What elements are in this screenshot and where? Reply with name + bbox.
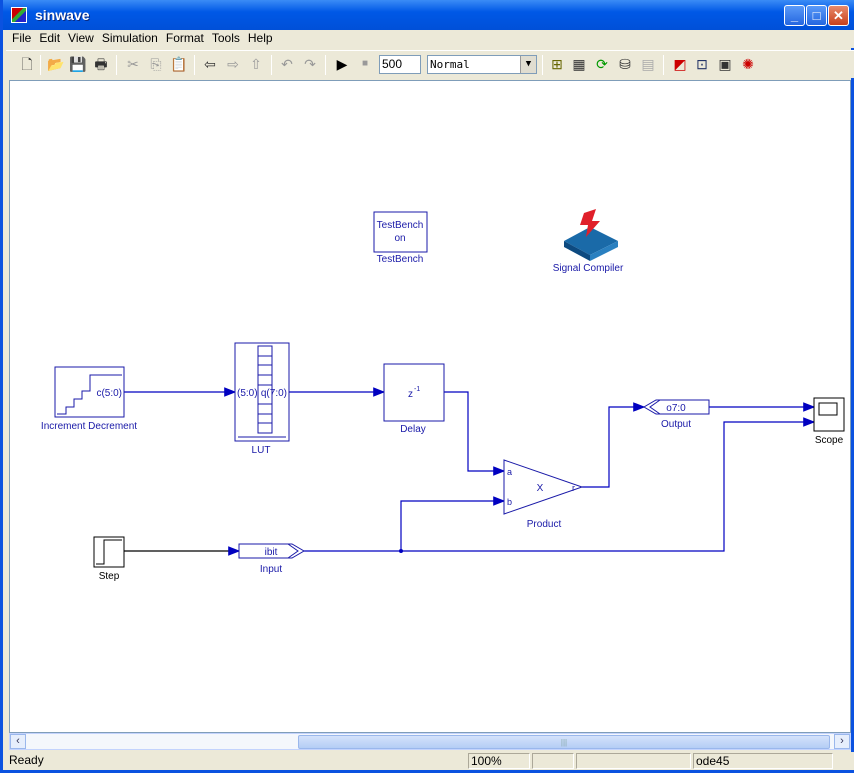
title-bar: sinwave _ □ ✕ (3, 0, 854, 30)
product-label: Product (527, 519, 562, 530)
status-cell-empty-2 (576, 753, 691, 769)
scope-label: Scope (815, 435, 844, 446)
model-canvas[interactable]: TestBench on TestBench Signal Compiler c… (9, 80, 851, 733)
delay-block[interactable]: z -1 Delay (383, 363, 445, 435)
junction-dot (399, 549, 403, 553)
start-simulation-icon[interactable]: ▶ (333, 55, 351, 73)
scope-block[interactable]: Scope (813, 397, 845, 446)
product-port-r: r (572, 483, 575, 493)
window-title: sinwave (35, 7, 90, 23)
model-advisor-icon[interactable]: ⊡ (693, 55, 711, 73)
signal-compiler-label: Signal Compiler (553, 263, 624, 274)
toolbar: 🗋 📂 💾 🖶 ✂ ⎘ 📋 ⇦ ⇨ ⇧ ↶ ↷ ▶ ■ 500 Normal ▼ … (6, 50, 854, 78)
model-window: sinwave _ □ ✕ File Edit View Simulation … (0, 0, 854, 773)
close-button[interactable]: ✕ (828, 5, 849, 26)
input-block[interactable]: ibit Input (238, 543, 305, 575)
refresh-icon[interactable]: ⟳ (593, 55, 611, 73)
menu-file[interactable]: File (12, 30, 31, 48)
library-browser-icon[interactable]: ⛁ (616, 55, 634, 73)
scroll-right-icon[interactable]: › (834, 734, 850, 749)
signal-product-output (582, 402, 646, 488)
product-port-a: a (507, 467, 512, 477)
output-label: Output (661, 419, 691, 430)
signal-input-product (400, 496, 506, 551)
status-bar: Ready 100% ode45 (6, 752, 854, 770)
paste-icon[interactable]: 📋 (170, 55, 188, 73)
delay-z: z (408, 389, 413, 400)
lut-label: LUT (252, 445, 271, 456)
delay-exponent: -1 (414, 386, 420, 393)
signal-compiler-block[interactable]: Signal Compiler (553, 209, 624, 274)
build-icon[interactable]: ⊞ (548, 55, 566, 73)
product-block[interactable]: a b X r Product (503, 459, 584, 530)
maximize-button[interactable]: □ (806, 5, 827, 26)
minimize-button[interactable]: _ (784, 5, 805, 26)
scroll-left-icon[interactable]: ‹ (10, 734, 26, 749)
back-icon[interactable]: ⇦ (201, 55, 219, 73)
horizontal-scrollbar[interactable]: ‹ ||| › (9, 733, 851, 750)
lut-block[interactable]: (5:0) q(7:0) LUT (234, 342, 290, 456)
lut-out-port: q(7:0) (261, 388, 287, 399)
product-port-b: b (507, 497, 512, 507)
solver-name: ode45 (693, 753, 833, 769)
menu-format[interactable]: Format (166, 30, 204, 48)
status-text: Ready (9, 753, 44, 767)
signal-delay-product (444, 391, 506, 476)
menu-help[interactable]: Help (248, 30, 273, 48)
block-diagram: TestBench on TestBench Signal Compiler c… (41, 209, 845, 582)
up-icon[interactable]: ⇧ (247, 55, 265, 73)
model-explorer-icon[interactable]: ▤ (639, 55, 657, 73)
simulation-mode-value: Normal (430, 58, 470, 71)
testbench-state: on (394, 233, 405, 244)
status-cell-empty-1 (532, 753, 574, 769)
input-text: ibit (265, 547, 278, 558)
redo-icon[interactable]: ↷ (301, 55, 319, 73)
new-icon[interactable]: 🗋 (18, 55, 36, 73)
undo-icon[interactable]: ↶ (278, 55, 296, 73)
step-label: Step (99, 571, 120, 582)
debugger-icon[interactable]: ✺ (739, 55, 757, 73)
chevron-down-icon[interactable]: ▼ (520, 56, 536, 73)
cut-icon[interactable]: ✂ (124, 55, 142, 73)
increment-decrement-block[interactable]: c(5:0) Increment Decrement (41, 366, 137, 432)
input-label: Input (260, 564, 282, 575)
menu-bar: File Edit View Simulation Format Tools H… (6, 30, 854, 48)
testbench-label: TestBench (377, 254, 424, 265)
simulink-library-icon[interactable]: ◩ (671, 55, 689, 73)
property-inspector-icon[interactable]: ▣ (716, 55, 734, 73)
delay-label: Delay (400, 424, 426, 435)
save-icon[interactable]: 💾 (69, 55, 87, 73)
menu-edit[interactable]: Edit (39, 30, 60, 48)
print-icon[interactable]: 🖶 (92, 55, 110, 73)
scrollbar-thumb[interactable]: ||| (298, 735, 830, 749)
testbench-block[interactable]: TestBench on TestBench (373, 211, 428, 265)
menu-tools[interactable]: Tools (212, 30, 240, 48)
simulink-app-icon (11, 7, 27, 23)
counter-label: Increment Decrement (41, 421, 137, 432)
step-block[interactable]: Step (93, 536, 125, 582)
forward-icon[interactable]: ⇨ (224, 55, 242, 73)
lut-in-port: (5:0) (237, 388, 258, 399)
menu-view[interactable]: View (68, 30, 94, 48)
stop-time-input[interactable]: 500 (379, 55, 421, 74)
testbench-text: TestBench (377, 220, 424, 231)
product-operator: X (537, 483, 544, 494)
counter-port: c(5:0) (96, 388, 122, 399)
output-text: o7:0 (666, 403, 686, 414)
menu-simulation[interactable]: Simulation (102, 30, 158, 48)
signal-compiler-icon (564, 209, 618, 261)
output-block[interactable]: o7:0 Output (643, 399, 710, 430)
copy-icon[interactable]: ⎘ (147, 55, 165, 73)
zoom-level: 100% (468, 753, 530, 769)
open-icon[interactable]: 📂 (47, 55, 65, 73)
simulation-mode-select[interactable]: Normal ▼ (427, 55, 537, 74)
stop-simulation-icon[interactable]: ■ (356, 55, 374, 73)
update-diagram-icon[interactable]: ▦ (570, 55, 588, 73)
